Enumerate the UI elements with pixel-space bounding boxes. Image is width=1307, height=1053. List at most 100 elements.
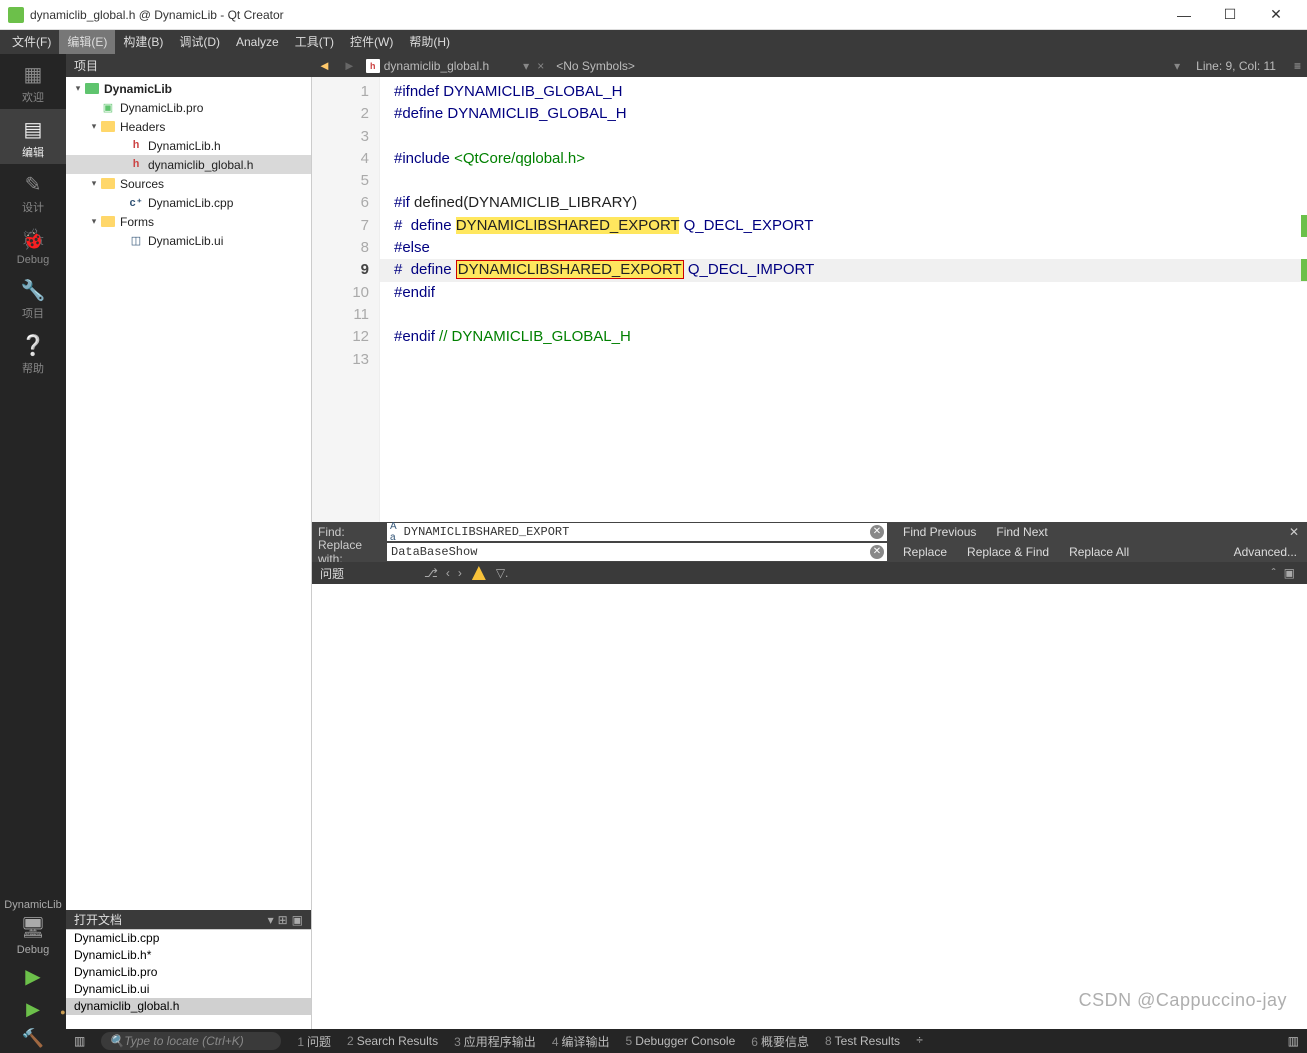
- tree-pro-file[interactable]: ▣DynamicLib.pro: [66, 98, 311, 117]
- open-documents-header: 打开文档 ▾ ⊞ ▣: [66, 910, 311, 929]
- nav-forward-button[interactable]: ►: [337, 58, 362, 73]
- menu-widgets[interactable]: 控件(W): [342, 30, 401, 54]
- replace-button[interactable]: Replace: [893, 545, 957, 559]
- symbol-selector[interactable]: <No Symbols>: [548, 59, 643, 73]
- output-tab-test[interactable]: 8Test Results: [817, 1034, 908, 1049]
- maximize-button[interactable]: ☐: [1207, 0, 1253, 30]
- editor-toolbar: ◄ ► h dynamiclib_global.h ▾ × <No Symbol…: [312, 54, 1307, 77]
- h-file-icon: h: [128, 158, 144, 172]
- open-doc-item[interactable]: DynamicLib.h*: [66, 947, 311, 964]
- project-tree[interactable]: ▾DynamicLib ▣DynamicLib.pro ▾Headers hDy…: [66, 77, 311, 910]
- debug-run-button[interactable]: ▶●: [26, 995, 40, 1024]
- open-doc-item[interactable]: dynamiclib_global.h: [66, 998, 311, 1015]
- close-pane-icon[interactable]: ▣: [1284, 566, 1295, 580]
- output-tab-general[interactable]: 6概要信息: [743, 1033, 817, 1050]
- output-tab-search[interactable]: 2Search Results: [339, 1034, 446, 1049]
- find-label: Find:: [312, 525, 387, 539]
- menu-file[interactable]: 文件(F): [4, 30, 59, 54]
- tree-headers-folder[interactable]: ▾Headers: [66, 117, 311, 136]
- mode-debug[interactable]: 🐞Debug: [0, 219, 66, 270]
- replace-input-wrap[interactable]: ✕: [387, 543, 887, 561]
- menu-bar: 文件(F) 编辑(E) 构建(B) 调试(D) Analyze 工具(T) 控件…: [0, 30, 1307, 54]
- right-sidebar-toggle-icon[interactable]: ▥: [1280, 1034, 1307, 1049]
- open-docs-label[interactable]: 打开文档: [74, 911, 264, 928]
- locator-input[interactable]: 🔍 Type to locate (Ctrl+K): [101, 1032, 281, 1050]
- filter2-icon[interactable]: ▽.: [496, 566, 509, 580]
- mode-design[interactable]: ✎设计: [0, 164, 66, 219]
- replace-all-button[interactable]: Replace All: [1059, 545, 1139, 559]
- menu-build[interactable]: 构建(B): [115, 30, 171, 54]
- close-find-icon[interactable]: ✕: [1281, 525, 1307, 539]
- tree-form-file[interactable]: ◫DynamicLib.ui: [66, 231, 311, 250]
- open-documents-list[interactable]: DynamicLib.cpp DynamicLib.h* DynamicLib.…: [66, 929, 311, 1029]
- mode-help[interactable]: ❔帮助: [0, 325, 66, 380]
- issues-pane[interactable]: CSDN @Cappuccino-jay: [312, 584, 1307, 1029]
- build-button[interactable]: 🔨: [22, 1024, 44, 1053]
- tree-forms-folder[interactable]: ▾Forms: [66, 212, 311, 231]
- kit-name[interactable]: DynamicLib: [4, 897, 61, 913]
- menu-edit[interactable]: 编辑(E): [59, 30, 115, 54]
- tree-project-root[interactable]: ▾DynamicLib: [66, 79, 311, 98]
- replace-and-find-button[interactable]: Replace & Find: [957, 545, 1059, 559]
- find-input-wrap[interactable]: Aa ✕: [387, 523, 887, 541]
- tree-header-file[interactable]: hdynamiclib_global.h: [66, 155, 311, 174]
- close-window-button[interactable]: ✕: [1253, 0, 1299, 30]
- mode-welcome[interactable]: ▦欢迎: [0, 54, 66, 109]
- expand-icon[interactable]: ˆ: [1272, 566, 1276, 580]
- filter-icon[interactable]: ⎇: [424, 566, 438, 580]
- clear-icon[interactable]: ✕: [870, 545, 884, 559]
- watermark-text: CSDN @Cappuccino-jay: [1079, 990, 1287, 1011]
- tree-sources-folder[interactable]: ▾Sources: [66, 174, 311, 193]
- editor-menu-icon[interactable]: ≡: [1288, 59, 1307, 73]
- issues-label[interactable]: 问题: [320, 565, 420, 582]
- dropdown-icon[interactable]: ▾: [519, 59, 533, 73]
- open-doc-item[interactable]: DynamicLib.ui: [66, 981, 311, 998]
- prev-issue-icon[interactable]: ‹: [446, 566, 450, 580]
- output-tab-issues[interactable]: 1问题: [289, 1033, 339, 1050]
- regex-icon[interactable]: Aa: [387, 521, 400, 543]
- editor-file-name[interactable]: dynamiclib_global.h: [384, 59, 519, 73]
- warning-icon[interactable]: [472, 566, 486, 580]
- nav-back-button[interactable]: ◄: [312, 58, 337, 73]
- change-marker-icon: [1301, 215, 1307, 237]
- mode-projects[interactable]: 🔧项目: [0, 270, 66, 325]
- open-doc-item[interactable]: DynamicLib.pro: [66, 964, 311, 981]
- tree-source-file[interactable]: c⁺DynamicLib.cpp: [66, 193, 311, 212]
- menu-tools[interactable]: 工具(T): [287, 30, 342, 54]
- minimize-button[interactable]: —: [1161, 0, 1207, 30]
- menu-debug[interactable]: 调试(D): [171, 30, 228, 54]
- replace-input[interactable]: [387, 544, 867, 560]
- dropdown-icon[interactable]: ▾: [1170, 59, 1184, 73]
- add-split-icon[interactable]: ⊞: [278, 913, 288, 927]
- menu-help[interactable]: 帮助(H): [401, 30, 458, 54]
- clear-icon[interactable]: ✕: [870, 525, 884, 539]
- kit-monitor-icon[interactable]: 🖥: [20, 913, 45, 942]
- dropdown-icon[interactable]: ▾: [268, 913, 274, 927]
- code-content[interactable]: #ifndef DYNAMICLIB_GLOBAL_H #define DYNA…: [380, 77, 814, 522]
- menu-analyze[interactable]: Analyze: [228, 30, 287, 54]
- advanced-button[interactable]: Advanced...: [1224, 545, 1307, 559]
- cursor-position[interactable]: Line: 9, Col: 11: [1184, 59, 1288, 73]
- close-split-icon[interactable]: ▣: [292, 913, 303, 927]
- output-tab-debugger[interactable]: 5Debugger Console: [618, 1034, 744, 1049]
- find-input[interactable]: [400, 524, 880, 540]
- output-tab-app[interactable]: 3应用程序输出: [446, 1033, 544, 1050]
- tree-header-file[interactable]: hDynamicLib.h: [66, 136, 311, 155]
- output-tab-compile[interactable]: 4编译输出: [544, 1033, 618, 1050]
- sidebar-toggle-icon[interactable]: ▥: [66, 1034, 93, 1049]
- design-icon: ✎: [0, 172, 66, 197]
- app-logo-icon: [8, 7, 24, 23]
- wrench-icon: 🔧: [0, 278, 66, 303]
- close-file-icon[interactable]: ×: [533, 59, 548, 73]
- grid-icon: ▦: [0, 62, 66, 87]
- side-panel: ▾DynamicLib ▣DynamicLib.pro ▾Headers hDy…: [66, 77, 312, 1029]
- mode-edit[interactable]: ▤编辑: [0, 109, 66, 164]
- kit-config[interactable]: Debug: [17, 942, 49, 958]
- find-next-button[interactable]: Find Next: [986, 525, 1057, 539]
- open-doc-item[interactable]: DynamicLib.cpp: [66, 930, 311, 947]
- code-editor[interactable]: 12345678910111213 #ifndef DYNAMICLIB_GLO…: [312, 77, 1307, 522]
- run-button[interactable]: ▶: [25, 958, 40, 995]
- status-dropdown-icon[interactable]: ÷: [908, 1034, 931, 1048]
- find-previous-button[interactable]: Find Previous: [893, 525, 986, 539]
- next-issue-icon[interactable]: ›: [458, 566, 462, 580]
